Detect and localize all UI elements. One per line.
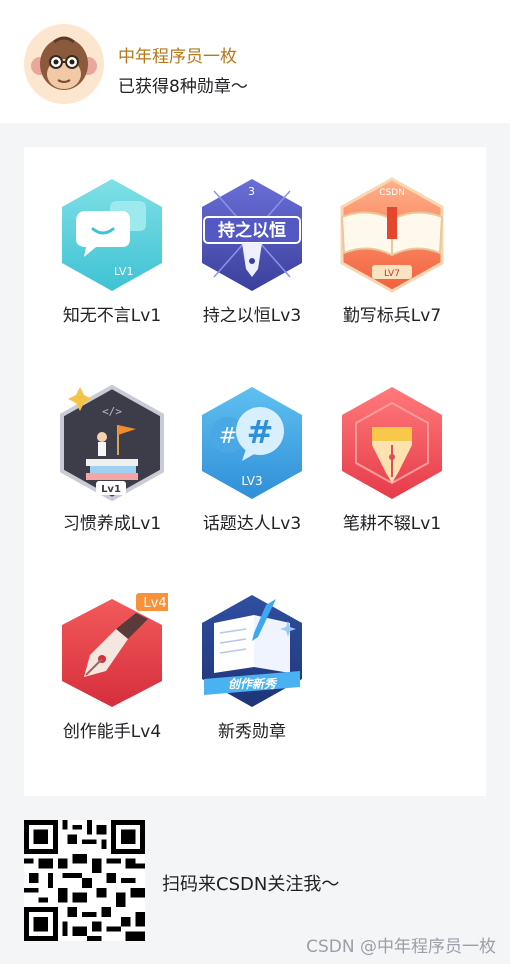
badge-item[interactable]: LV1 知无不言Lv1 [42, 177, 182, 326]
badge-item[interactable]: </> Lv1 习惯养成Lv1 [42, 385, 182, 534]
badge-panel: LV1 知无不言Lv1 3 持之以恒 持之以恒Lv3 CSDN LV7 勤写标兵… [24, 147, 486, 796]
profile-header: 中年程序员一枚 已获得8种勋章～ [0, 0, 510, 123]
badge-label: 创作能手Lv4 [62, 722, 162, 742]
qr-caption: 扫码来CSDN关注我～ [162, 874, 340, 895]
badge-item[interactable]: # # LV3 话题达人Lv3 [182, 385, 322, 534]
badge-item[interactable]: 笔耕不辍Lv1 [322, 385, 462, 534]
badge-label: 话题达人Lv3 [202, 514, 302, 534]
notebook-creator-badge-icon: 创作新秀 [196, 593, 308, 709]
avatar[interactable] [24, 24, 104, 104]
monkey-avatar-icon [24, 24, 104, 104]
habit-books-flag-badge-icon: </> Lv1 [56, 385, 168, 501]
badge-item[interactable]: 3 持之以恒 持之以恒Lv3 [182, 177, 322, 326]
username[interactable]: 中年程序员一枚 [118, 42, 237, 67]
svg-text:#: # [219, 424, 237, 449]
svg-text:创作新秀: 创作新秀 [228, 677, 278, 691]
red-pen-nib-badge-icon [336, 385, 448, 501]
badge-item[interactable]: 创作新秀 新秀勋章 [182, 593, 322, 742]
badge-label: 笔耕不辍Lv1 [342, 514, 442, 534]
svg-text:LV3: LV3 [241, 474, 262, 488]
badge-item[interactable]: CSDN LV7 勤写标兵Lv7 [322, 177, 462, 326]
svg-text:CSDN: CSDN [379, 188, 405, 198]
qr-code-icon [24, 820, 145, 941]
fountain-pen-badge-icon: Lv4 [56, 593, 168, 709]
badge-label: 持之以恒Lv3 [202, 306, 302, 326]
open-book-csdn-badge-icon: CSDN LV7 [336, 177, 448, 293]
svg-text:Lv4: Lv4 [143, 596, 166, 611]
badge-label: 新秀勋章 [218, 722, 286, 742]
badge-count-summary: 已获得8种勋章～ [118, 77, 248, 97]
badge-label: 勤写标兵Lv7 [342, 306, 442, 326]
svg-text:Lv1: Lv1 [101, 484, 121, 495]
badge-item[interactable]: Lv4 创作能手Lv4 [42, 593, 182, 742]
pen-nib-persistence-badge-icon: 3 持之以恒 [196, 177, 308, 293]
svg-text:</>: </> [102, 405, 122, 418]
chat-bubble-badge-icon: LV1 [56, 177, 168, 293]
svg-text:持之以恒: 持之以恒 [218, 220, 286, 241]
svg-text:LV1: LV1 [114, 265, 133, 278]
svg-text:3: 3 [248, 185, 255, 198]
svg-text:#: # [247, 413, 274, 451]
watermark: CSDN @中年程序员一枚 [306, 937, 496, 957]
svg-text:LV7: LV7 [384, 269, 400, 279]
qr-code[interactable] [24, 820, 145, 941]
badge-label: 知无不言Lv1 [62, 306, 162, 326]
badge-label: 习惯养成Lv1 [62, 514, 162, 534]
hashtag-bubble-badge-icon: # # LV3 [196, 385, 308, 501]
